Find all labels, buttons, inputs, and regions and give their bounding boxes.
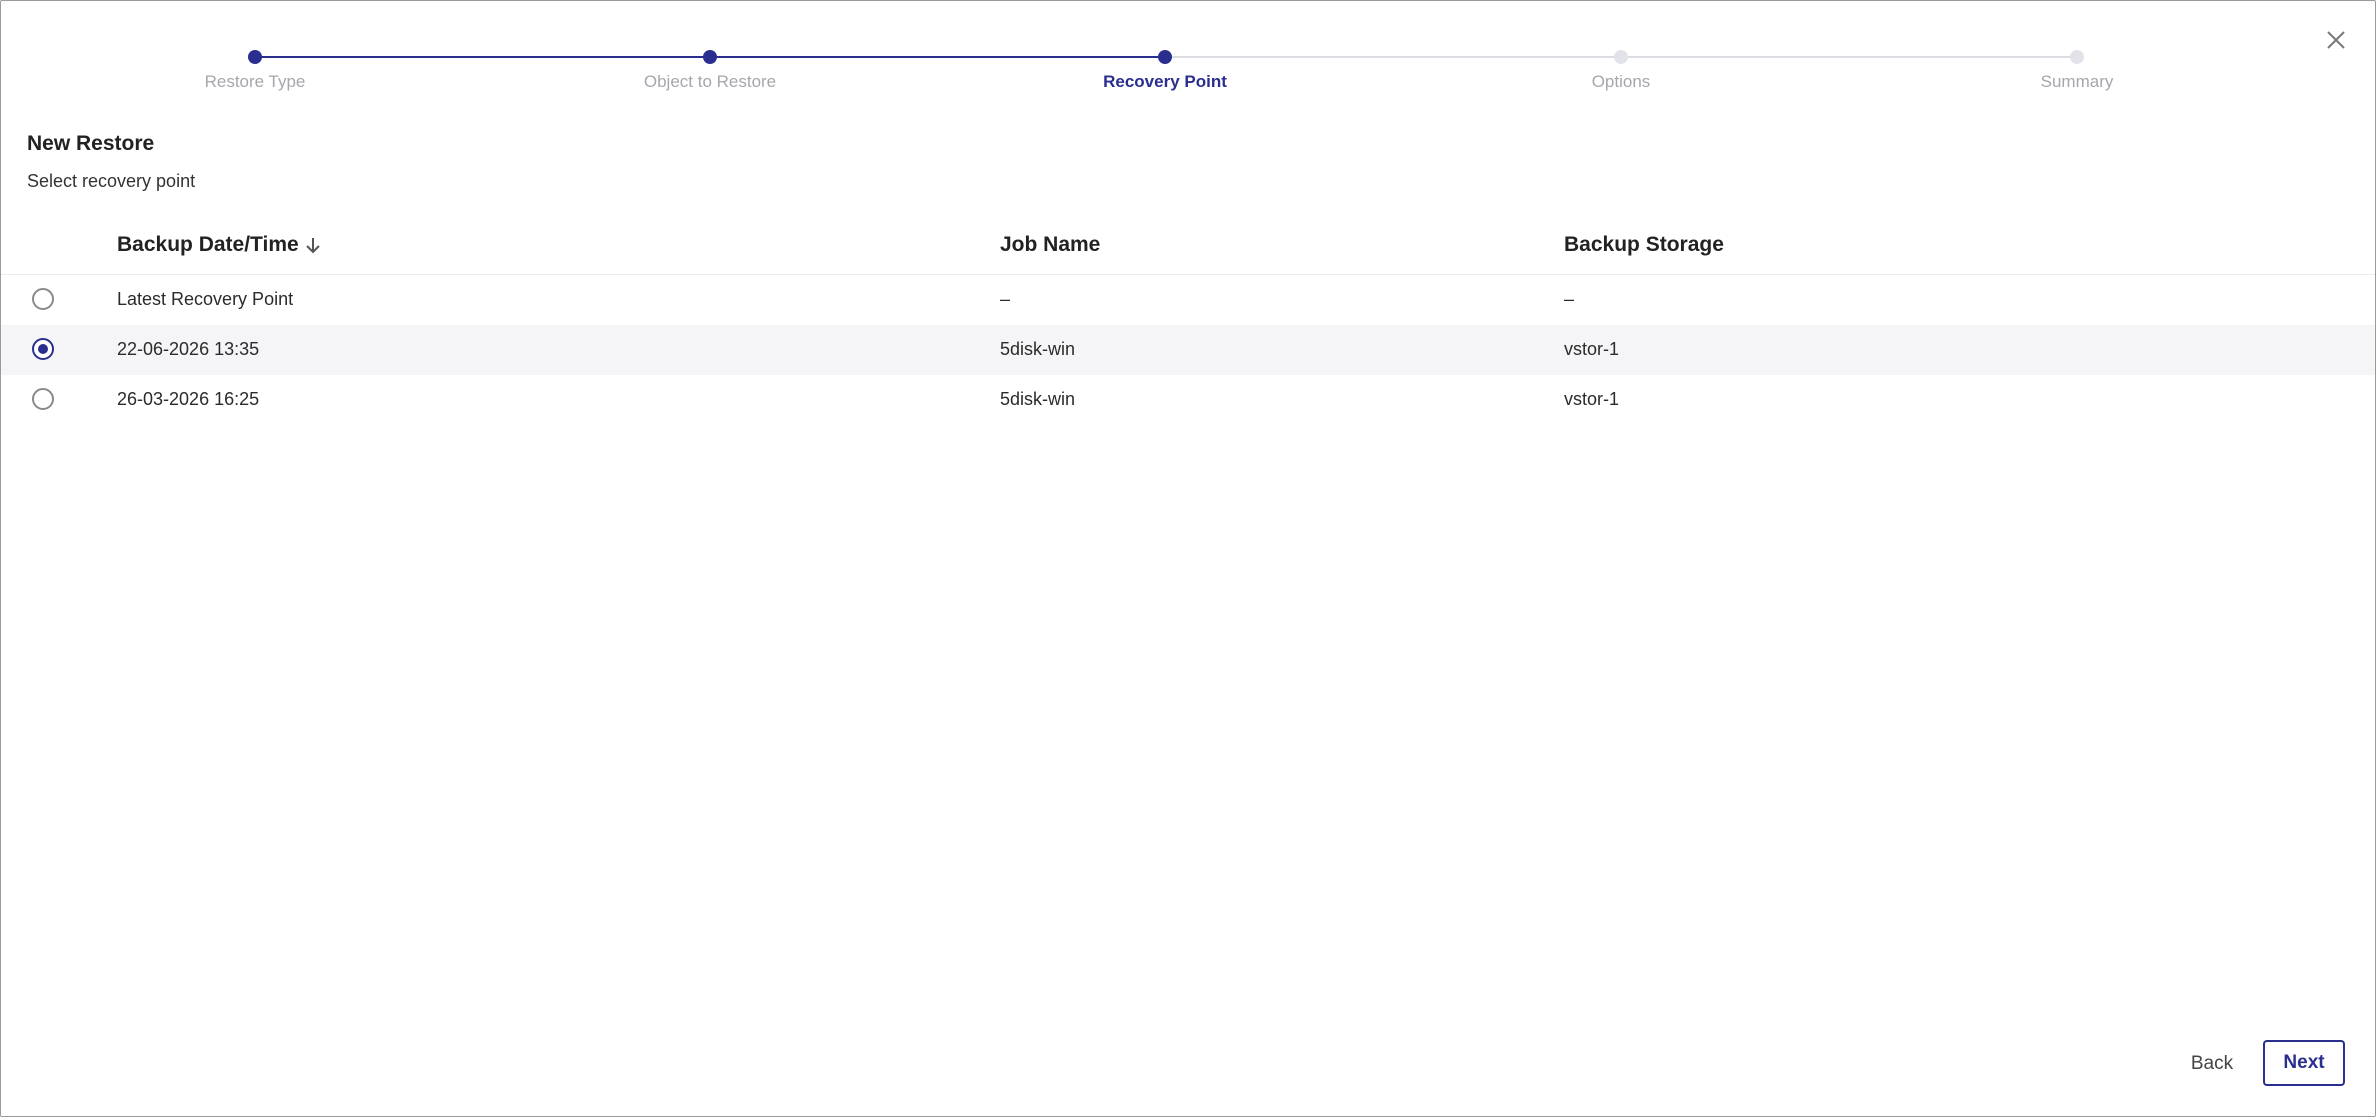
step-label-restore-type: Restore Type bbox=[204, 72, 306, 91]
cell-backup-storage: – bbox=[1564, 289, 1575, 309]
cell-backup-storage: vstor-1 bbox=[1564, 389, 1620, 409]
arrow-down-icon[interactable] bbox=[305, 236, 321, 254]
table-row[interactable]: 22-06-2026 13:35 5disk-win vstor-1 bbox=[1, 325, 2375, 375]
step-label-recovery-point: Recovery Point bbox=[1103, 72, 1227, 91]
cell-backup-storage: vstor-1 bbox=[1564, 339, 1620, 359]
cell-backup-date: Latest Recovery Point bbox=[117, 289, 294, 309]
cell-job-name: 5disk-win bbox=[1000, 339, 1076, 359]
close-button[interactable] bbox=[2323, 27, 2349, 53]
column-header-job-name: Job Name bbox=[1000, 233, 1101, 256]
row-radio-button[interactable] bbox=[32, 388, 54, 410]
step-dot-options bbox=[1614, 50, 1628, 64]
restore-dialog: Restore Type Object to Restore Recovery … bbox=[0, 0, 2376, 1117]
recovery-points-table: Backup Date/Time Job Name Backup Storage… bbox=[1, 221, 2375, 425]
back-button[interactable]: Back bbox=[2177, 1041, 2247, 1087]
column-header-backup-storage: Backup Storage bbox=[1564, 233, 1724, 256]
step-dot-summary bbox=[2070, 50, 2084, 64]
close-icon bbox=[2327, 31, 2345, 49]
dialog-subtitle: Select recovery point bbox=[27, 171, 196, 191]
cell-backup-date: 26-03-2026 16:25 bbox=[117, 389, 260, 409]
cell-backup-date: 22-06-2026 13:35 bbox=[117, 339, 260, 359]
cell-job-name: 5disk-win bbox=[1000, 389, 1076, 409]
table-row[interactable]: 26-03-2026 16:25 5disk-win vstor-1 bbox=[1, 375, 2375, 425]
wizard-stepper: Restore Type Object to Restore Recovery … bbox=[1, 1, 2376, 111]
table-header: Backup Date/Time Job Name Backup Storage bbox=[1, 221, 2375, 275]
next-button[interactable]: Next bbox=[2263, 1040, 2345, 1086]
step-label-object-to-restore: Object to Restore bbox=[643, 72, 777, 91]
step-label-options: Options bbox=[1591, 72, 1651, 91]
row-radio-button[interactable] bbox=[32, 288, 54, 310]
dialog-title: New Restore bbox=[27, 132, 155, 155]
step-dot-recovery-point bbox=[1158, 50, 1172, 64]
cell-job-name: – bbox=[1000, 289, 1011, 309]
step-label-summary: Summary bbox=[2040, 72, 2114, 91]
column-header-backup-date[interactable]: Backup Date/Time bbox=[117, 233, 321, 257]
step-dot-restore-type bbox=[248, 50, 262, 64]
table-row[interactable]: Latest Recovery Point – – bbox=[1, 275, 2375, 325]
step-dot-object-to-restore bbox=[703, 50, 717, 64]
row-radio-button[interactable] bbox=[32, 338, 54, 360]
